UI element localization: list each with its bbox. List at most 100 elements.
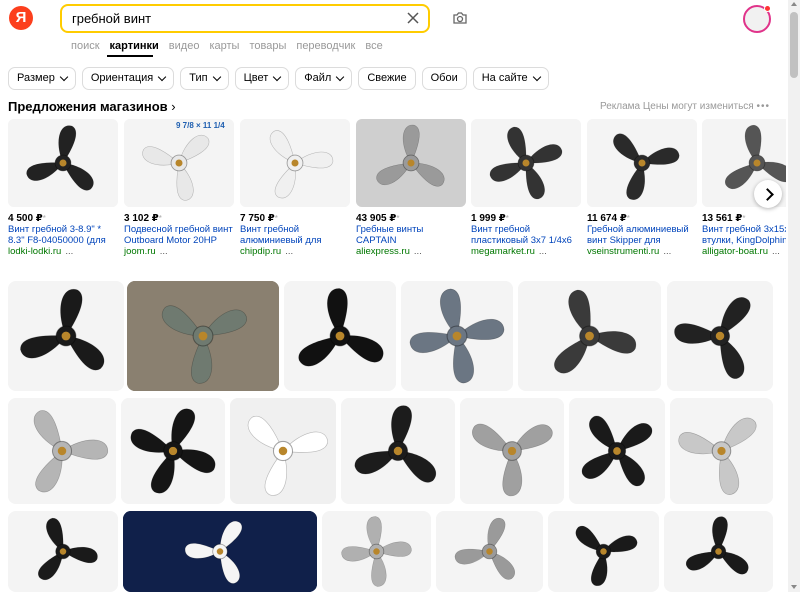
image-result[interactable] (123, 511, 317, 592)
shop-offers-title[interactable]: Предложения магазинов › (8, 99, 176, 114)
product-card[interactable]: 43 905 ₽* Гребные винты CAPTAIN aliexpress… (356, 119, 466, 257)
product-name-link[interactable]: Винт гребной 3x15x втулки, KingDolphin (702, 224, 786, 246)
tab-5[interactable]: переводчик (296, 40, 355, 52)
filter-chip-1[interactable]: Ориентация (81, 67, 175, 90)
filter-chip-7[interactable]: На сайте (472, 67, 549, 90)
scrollbar[interactable] (788, 0, 800, 592)
filter-chip-4[interactable]: Файл (295, 67, 353, 90)
next-arrow-button[interactable] (754, 180, 782, 208)
tab-3[interactable]: карты (209, 40, 239, 52)
product-shop[interactable]: alligator-boat.ru... (702, 246, 786, 257)
product-shop[interactable]: lodki-lodki.ru... (8, 246, 118, 257)
filter-chip-label: Свежие (367, 72, 407, 84)
product-name-link[interactable]: Винт гребной алюминиевый для Yamah... (240, 224, 350, 246)
product-shop[interactable]: joom.ru... (124, 246, 234, 257)
product-shop[interactable]: chipdip.ru... (240, 246, 350, 257)
product-name-link[interactable]: Гребные винты CAPTAIN (356, 224, 466, 246)
product-price: 4 500 ₽* (8, 213, 118, 224)
product-shop-domain[interactable]: lodki-lodki.ru (8, 246, 61, 257)
filter-chip-0[interactable]: Размер (8, 67, 76, 90)
image-result[interactable] (341, 398, 455, 504)
more-options-icon[interactable]: ... (65, 246, 73, 257)
product-card[interactable]: 4 500 ₽* Винт гребной 3-8.9" * 8.3" F8-04… (8, 119, 118, 257)
product-shop-domain[interactable]: chipdip.ru (240, 246, 281, 257)
product-shop[interactable]: vseinstrumenti.ru... (587, 246, 697, 257)
image-result[interactable] (548, 511, 659, 592)
product-image[interactable] (240, 119, 350, 207)
tab-2[interactable]: видео (169, 40, 200, 52)
image-result[interactable] (230, 398, 336, 504)
more-options-icon[interactable]: ... (772, 246, 780, 257)
product-image[interactable] (356, 119, 466, 207)
product-name-link[interactable]: Винт гребной 3-8.9" * 8.3" F8-04050000 (… (8, 224, 118, 246)
tab-0[interactable]: поиск (71, 40, 100, 52)
product-shop[interactable]: megamarket.ru... (471, 246, 581, 257)
filter-chip-5[interactable]: Свежие (358, 67, 416, 90)
product-image-caption: 9 7/8 × 11 1/4 (176, 121, 225, 130)
product-name-link[interactable]: Винт гребной пластиковый 3x7 1/4x6 для..… (471, 224, 581, 246)
filter-chip-2[interactable]: Тип (180, 67, 229, 90)
chevron-down-icon (212, 72, 221, 82)
image-result[interactable] (460, 398, 564, 504)
yandex-logo[interactable]: Я (9, 6, 33, 30)
product-image[interactable]: 9 7/8 × 11 1/4 (124, 119, 234, 207)
tab-1[interactable]: картинки (110, 40, 159, 52)
scroll-down-arrow[interactable] (791, 585, 797, 589)
image-result[interactable] (8, 511, 118, 592)
price-note-mark: * (505, 214, 509, 223)
product-image[interactable] (8, 119, 118, 207)
product-shop[interactable]: aliexpress.ru... (356, 246, 466, 257)
scroll-up-arrow[interactable] (791, 2, 797, 6)
image-result[interactable] (670, 398, 773, 504)
image-result[interactable] (518, 281, 661, 391)
chevron-down-icon (158, 72, 167, 82)
tab-4[interactable]: товары (249, 40, 286, 52)
product-shop-domain[interactable]: megamarket.ru (471, 246, 535, 257)
image-result[interactable] (436, 511, 543, 592)
search-query-text[interactable]: гребной винт (72, 11, 151, 26)
product-image[interactable] (587, 119, 697, 207)
product-name-link[interactable]: Подвесной гребной винт Outboard Motor 20… (124, 224, 234, 246)
header: Я гребной винт (0, 0, 786, 36)
avatar[interactable] (743, 5, 771, 33)
product-shop-domain[interactable]: vseinstrumenti.ru (587, 246, 659, 257)
product-shop-domain[interactable]: joom.ru (124, 246, 156, 257)
price-note-mark: * (158, 214, 162, 223)
image-result[interactable] (322, 511, 431, 592)
image-result[interactable] (569, 398, 665, 504)
filter-chip-3[interactable]: Цвет (234, 67, 290, 90)
more-options-icon[interactable]: ... (539, 246, 547, 257)
image-result[interactable] (284, 281, 396, 391)
more-options-icon[interactable]: ... (414, 246, 422, 257)
image-result[interactable] (127, 281, 279, 391)
product-card[interactable]: 1 999 ₽* Винт гребной пластиковый 3x7 1/4… (471, 119, 581, 257)
shop-offers-title-text[interactable]: Предложения магазинов (8, 99, 168, 114)
filter-chip-6[interactable]: Обои (421, 67, 467, 90)
scroll-thumb[interactable] (790, 12, 798, 78)
more-options-icon[interactable]: ... (663, 246, 671, 257)
product-shop-domain[interactable]: alligator-boat.ru (702, 246, 768, 257)
more-options-icon[interactable]: ••• (756, 101, 770, 112)
tab-6[interactable]: все (365, 40, 382, 52)
image-result[interactable] (121, 398, 225, 504)
product-card[interactable]: 9 7/8 × 11 1/4 3 102 ₽* Подвесной гребной … (124, 119, 234, 257)
product-image[interactable] (471, 119, 581, 207)
image-result[interactable] (8, 281, 124, 391)
more-options-icon[interactable]: ... (285, 246, 293, 257)
price-note-mark: * (742, 214, 746, 223)
filter-chip-label: Обои (430, 72, 458, 84)
image-result[interactable] (8, 398, 116, 504)
image-result[interactable] (664, 511, 773, 592)
product-name-link[interactable]: Гребной алюминиевый винт Skipper для Toh… (587, 224, 697, 246)
search-input[interactable]: гребной винт (60, 4, 430, 33)
more-options-icon[interactable]: ... (160, 246, 168, 257)
product-shop-domain[interactable]: aliexpress.ru (356, 246, 410, 257)
product-card[interactable]: 7 750 ₽*Винт гребной алюминиевый для Yam… (240, 119, 350, 257)
close-icon[interactable] (406, 11, 420, 25)
camera-icon[interactable] (452, 10, 468, 26)
product-card[interactable]: 11 674 ₽* Гребной алюминиевый винт Skippe… (587, 119, 697, 257)
image-result[interactable] (401, 281, 513, 391)
chevron-down-icon (336, 72, 345, 82)
chevron-right-icon: › (167, 99, 176, 114)
image-result[interactable] (667, 281, 773, 391)
